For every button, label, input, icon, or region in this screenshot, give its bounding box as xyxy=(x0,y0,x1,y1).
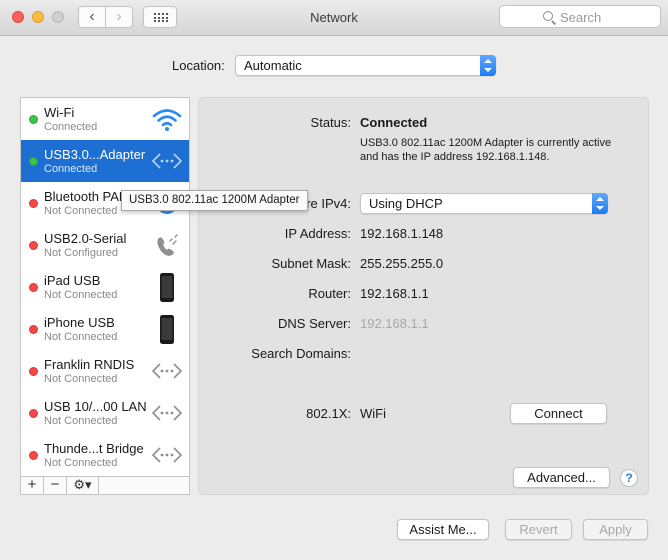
service-list-toolbar: + − ⚙▾ xyxy=(20,476,190,495)
service-status: Not Connected xyxy=(44,415,118,427)
service-name: USB3.0...Adapter xyxy=(44,147,146,162)
service-item-iphone-usb[interactable]: iPhone USB Not Connected xyxy=(21,308,189,350)
service-item-thunderbolt-bridge[interactable]: Thunde...t Bridge Not Connected xyxy=(21,434,189,476)
ethernet-arrows-icon xyxy=(151,146,183,176)
service-name: Bluetooth PAN xyxy=(44,189,129,204)
service-status: Not Connected xyxy=(44,289,118,301)
apply-button[interactable]: Apply xyxy=(583,519,648,540)
dns-server-value: 192.168.1.1 xyxy=(360,316,429,331)
status-dot xyxy=(29,199,38,208)
search-input[interactable]: Search xyxy=(499,5,661,28)
service-item-usb-lan[interactable]: USB 10/...00 LAN Not Connected xyxy=(21,392,189,434)
service-status: Connected xyxy=(44,121,98,133)
router-value: 192.168.1.1 xyxy=(360,286,429,301)
ip-address-label: IP Address: xyxy=(284,226,351,241)
8021x-value: WiFi xyxy=(360,406,386,421)
router-label: Router: xyxy=(308,286,351,301)
service-status: Not Configured xyxy=(44,247,118,259)
status-dot xyxy=(29,451,38,460)
assist-me-button[interactable]: Assist Me... xyxy=(397,519,489,540)
service-name: USB 10/...00 LAN xyxy=(44,399,147,414)
service-item-usb3-adapter[interactable]: USB3.0...Adapter Connected xyxy=(21,140,189,182)
service-status: Not Connected xyxy=(44,373,118,385)
service-item-franklin-rndis[interactable]: Franklin RNDIS Not Connected xyxy=(21,350,189,392)
revert-button[interactable]: Revert xyxy=(505,519,572,540)
status-dot xyxy=(29,409,38,418)
status-value: Connected xyxy=(360,115,428,130)
service-item-wifi[interactable]: Wi-Fi Connected xyxy=(21,98,189,140)
connect-button[interactable]: Connect xyxy=(510,403,607,424)
status-dot xyxy=(29,283,38,292)
status-dot xyxy=(29,241,38,250)
title-bar: ‹ › Network Search xyxy=(0,0,668,36)
status-label: Status: xyxy=(310,115,351,130)
location-value: Automatic xyxy=(244,58,302,73)
status-description: USB3.0 802.11ac 1200M Adapter is current… xyxy=(360,137,612,163)
status-dot xyxy=(29,367,38,376)
service-name: Wi-Fi xyxy=(44,105,75,120)
location-popup[interactable]: Automatic xyxy=(235,55,496,76)
service-name: USB2.0-Serial xyxy=(44,231,127,246)
configure-ipv4-value: Using DHCP xyxy=(369,196,443,211)
popup-arrows-icon xyxy=(592,193,608,214)
service-list[interactable]: Wi-Fi Connected USB3.0...Adapter Connect… xyxy=(20,97,190,476)
configure-ipv4-popup[interactable]: Using DHCP xyxy=(360,193,608,214)
subnet-mask-value: 255.255.255.0 xyxy=(360,256,444,271)
status-dot xyxy=(29,325,38,334)
ip-address-value: 192.168.1.148 xyxy=(360,226,444,241)
service-name: iPad USB xyxy=(44,273,101,288)
advanced-button[interactable]: Advanced... xyxy=(513,467,610,488)
ethernet-arrows-icon xyxy=(151,440,183,470)
service-name: iPhone USB xyxy=(44,315,115,330)
search-placeholder: Search xyxy=(560,10,602,25)
phone-modem-icon xyxy=(151,230,183,260)
service-status: Connected xyxy=(44,163,98,175)
status-dot xyxy=(29,115,38,124)
gear-icon[interactable]: ⚙▾ xyxy=(67,477,99,494)
service-status: Not Connected xyxy=(44,205,118,217)
wifi-icon xyxy=(151,104,183,134)
status-dot xyxy=(29,157,38,166)
remove-service-button[interactable]: − xyxy=(44,477,67,494)
detail-panel: Status: Connected USB3.0 802.11ac 1200M … xyxy=(198,97,649,495)
service-name: Thunde...t Bridge xyxy=(44,441,144,456)
help-button[interactable]: ? xyxy=(620,469,638,487)
service-item-ipad-usb[interactable]: iPad USB Not Connected xyxy=(21,266,189,308)
8021x-label: 802.1X: xyxy=(306,406,351,421)
location-label: Location: xyxy=(172,58,225,73)
search-icon xyxy=(543,11,553,21)
add-service-button[interactable]: + xyxy=(21,477,44,494)
ethernet-arrows-icon xyxy=(151,398,183,428)
ethernet-arrows-icon xyxy=(151,356,183,386)
popup-arrows-icon xyxy=(480,55,496,76)
search-domains-label: Search Domains: xyxy=(251,346,351,361)
service-name: Franklin RNDIS xyxy=(44,357,135,372)
dns-server-label: DNS Server: xyxy=(278,316,351,331)
ipad-icon xyxy=(151,272,183,302)
service-status: Not Connected xyxy=(44,331,118,343)
service-item-usb2-serial[interactable]: USB2.0-Serial Not Configured xyxy=(21,224,189,266)
service-tooltip: USB3.0 802.11ac 1200M Adapter xyxy=(121,190,308,211)
service-status: Not Connected xyxy=(44,457,118,469)
iphone-icon xyxy=(151,314,183,344)
configure-ipv4-label: re IPv4: xyxy=(306,196,351,211)
subnet-mask-label: Subnet Mask: xyxy=(271,256,352,271)
